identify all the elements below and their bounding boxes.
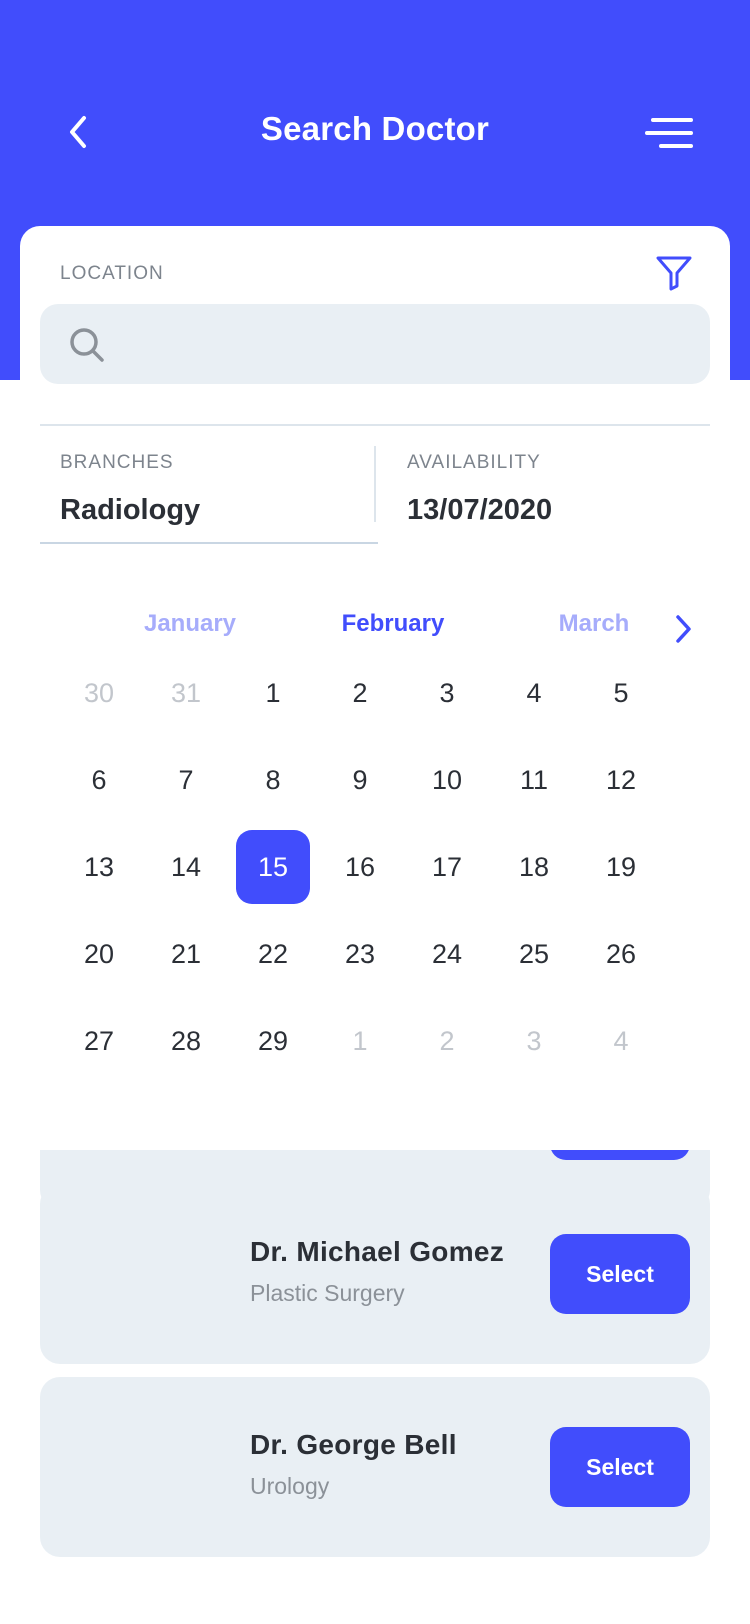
calendar-day[interactable]: 31 xyxy=(149,656,223,730)
calendar-day[interactable]: 1 xyxy=(236,656,310,730)
month-tab-january[interactable]: January xyxy=(100,610,280,638)
calendar-day[interactable]: 19 xyxy=(584,830,658,904)
branches-underline xyxy=(40,542,378,544)
calendar-day[interactable]: 4 xyxy=(497,656,571,730)
doctor-specialty: Urology xyxy=(250,1473,330,1499)
page-title: Search Doctor xyxy=(260,110,490,147)
month-tab-february[interactable]: February xyxy=(303,610,483,638)
branches-value: Radiology xyxy=(60,494,201,526)
calendar-day[interactable]: 2 xyxy=(410,1004,484,1078)
calendar-day[interactable]: 23 xyxy=(323,917,397,991)
section-divider xyxy=(40,424,710,426)
calendar-day[interactable]: 25 xyxy=(497,917,571,991)
calendar-day[interactable]: 3 xyxy=(410,656,484,730)
menu-button[interactable] xyxy=(645,115,695,155)
next-month-button[interactable] xyxy=(668,612,698,646)
calendar-day-selected[interactable]: 15 xyxy=(236,830,310,904)
doctor-specialty: Plastic Surgery xyxy=(250,1280,405,1306)
field-divider xyxy=(374,446,376,522)
month-tab-march[interactable]: March xyxy=(504,610,684,638)
branches-label: BRANCHES xyxy=(60,452,174,473)
select-button[interactable]: Select xyxy=(550,1427,690,1507)
calendar-day[interactable]: 3 xyxy=(497,1004,571,1078)
calendar-day[interactable]: 11 xyxy=(497,743,571,817)
search-icon xyxy=(70,328,104,362)
calendar-day[interactable]: 10 xyxy=(410,743,484,817)
calendar-day[interactable]: 28 xyxy=(149,1004,223,1078)
calendar-day[interactable]: 30 xyxy=(62,656,136,730)
calendar-day[interactable]: 21 xyxy=(149,917,223,991)
calendar-day[interactable]: 26 xyxy=(584,917,658,991)
filter-button[interactable] xyxy=(654,252,694,292)
calendar-day[interactable]: 17 xyxy=(410,830,484,904)
availability-value: 13/07/2020 xyxy=(407,494,553,526)
menu-icon xyxy=(645,118,693,148)
availability-label: AVAILABILITY xyxy=(407,452,541,473)
calendar-day[interactable]: 16 xyxy=(323,830,397,904)
doctor-name: Dr. George Bell xyxy=(250,1429,457,1460)
location-search-input[interactable] xyxy=(120,304,690,384)
calendar-day[interactable]: 4 xyxy=(584,1004,658,1078)
location-label: LOCATION xyxy=(60,263,164,284)
calendar-day[interactable]: 1 xyxy=(323,1004,397,1078)
calendar-day[interactable]: 29 xyxy=(236,1004,310,1078)
calendar-day[interactable]: 12 xyxy=(584,743,658,817)
calendar-day[interactable]: 8 xyxy=(236,743,310,817)
calendar-day[interactable]: 22 xyxy=(236,917,310,991)
calendar-day[interactable]: 6 xyxy=(62,743,136,817)
select-button[interactable]: Select xyxy=(550,1234,690,1314)
calendar-day[interactable]: 14 xyxy=(149,830,223,904)
doctor-card[interactable]: Dr. George Bell Urology Select xyxy=(40,1377,710,1557)
location-search-box[interactable] xyxy=(40,304,710,384)
filter-icon xyxy=(656,256,692,291)
calendar-day[interactable]: 2 xyxy=(323,656,397,730)
calendar-day[interactable]: 9 xyxy=(323,743,397,817)
calendar-day[interactable]: 20 xyxy=(62,917,136,991)
calendar-day[interactable]: 18 xyxy=(497,830,571,904)
chevron-right-icon xyxy=(676,615,691,643)
calendar-day[interactable]: 27 xyxy=(62,1004,136,1078)
calendar-day[interactable]: 5 xyxy=(584,656,658,730)
calendar-day[interactable]: 13 xyxy=(62,830,136,904)
calendar-day[interactable]: 7 xyxy=(149,743,223,817)
search-panel: LOCATION BRANCHES Radiology AVAILABILITY… xyxy=(20,226,730,1150)
doctor-card[interactable]: Dr. Michael Gomez Plastic Surgery Select xyxy=(40,1184,710,1364)
doctor-name: Dr. Michael Gomez xyxy=(250,1236,505,1267)
calendar-day[interactable]: 24 xyxy=(410,917,484,991)
